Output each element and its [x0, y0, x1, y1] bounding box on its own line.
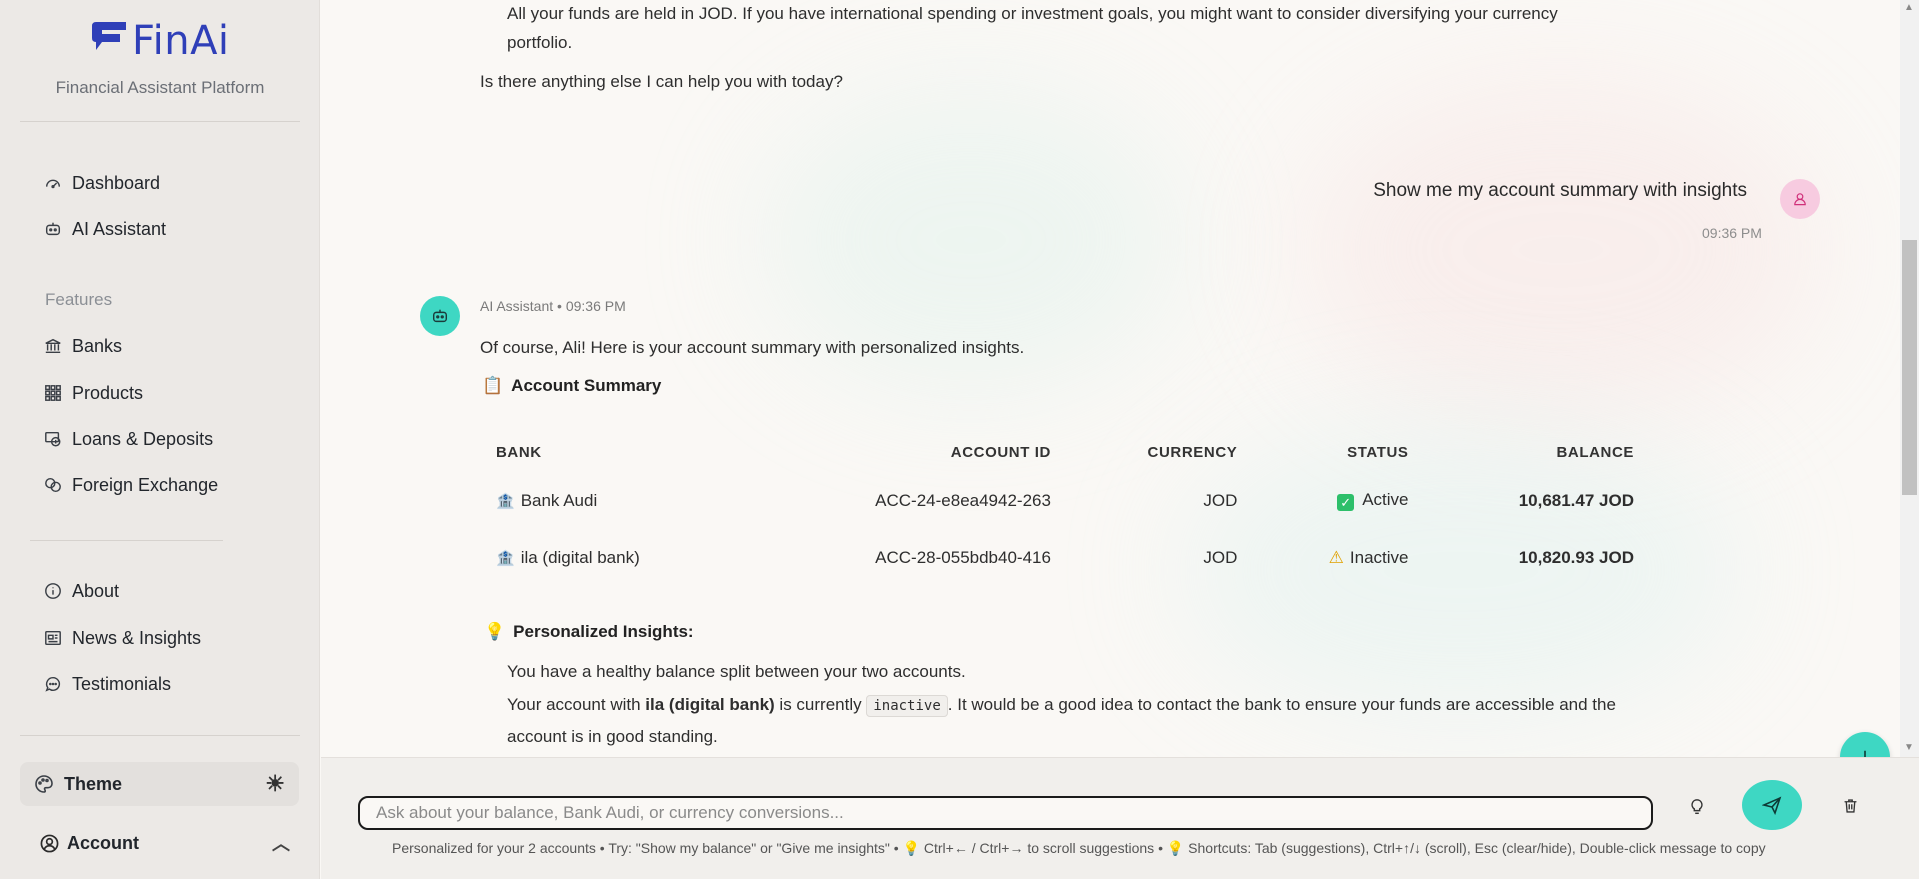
currency-cell: JOD	[1203, 490, 1238, 510]
lightbulb-icon	[1691, 799, 1703, 815]
scroll-down-arrow-icon[interactable]: ▼	[1904, 742, 1914, 753]
composer-hint: Personalized for your 2 accounts • Try: …	[392, 840, 1766, 856]
account-menu[interactable]: Account ︿	[40, 830, 290, 856]
lightbulb-icon: 💡	[484, 622, 506, 641]
summary-heading: 📋 Account Summary	[482, 376, 661, 396]
currency-cell: JOD	[1203, 547, 1238, 567]
table-row: 🏦 Bank Audi ACC-24-e8ea4942-263 JOD ✓ Acti…	[480, 472, 1650, 529]
status-cell: ✓ Active	[1253, 472, 1424, 529]
warning-icon: ⚠	[1328, 547, 1344, 567]
column-header: CURRENCY	[1147, 443, 1238, 461]
column-header: STATUS	[1347, 443, 1409, 461]
message-timestamp: 09:36 PM	[1702, 225, 1762, 241]
user-icon	[1794, 193, 1806, 206]
bank-name: ila (digital bank)	[520, 547, 640, 567]
bot-avatar	[420, 296, 460, 336]
suggestions-button[interactable]	[1684, 792, 1710, 822]
chat-messages: All your funds are held in JOD. If you h…	[0, 0, 1919, 757]
balance-cell: 10,681.47 JOD	[1518, 490, 1634, 510]
insights-heading-text: Personalized Insights:	[513, 622, 694, 641]
send-button[interactable]	[1742, 780, 1802, 830]
user-message[interactable]: Show me my account summary with insights	[1373, 180, 1747, 202]
summary-heading-text: Account Summary	[511, 376, 662, 395]
column-header: BALANCE	[1556, 443, 1634, 461]
bot-message-intro[interactable]: Of course, Ali! Here is your account sum…	[480, 333, 1024, 363]
account-id-cell: ACC-24-e8ea4942-263	[875, 490, 1051, 510]
chevron-up-icon[interactable]: ︿	[272, 830, 290, 856]
robot-icon	[432, 309, 448, 323]
scroll-up-arrow-icon[interactable]: ▲	[1904, 2, 1914, 13]
send-icon	[1762, 796, 1782, 815]
trash-icon	[1844, 799, 1856, 813]
bank-cell: 🏦 Bank Audi	[480, 472, 749, 529]
check-icon: ✓	[1337, 494, 1355, 511]
user-circle-icon	[40, 834, 59, 852]
insights-heading: 💡 Personalized Insights:	[484, 622, 694, 642]
clear-chat-button[interactable]	[1838, 792, 1862, 820]
insight-item: Your account with ila (digital bank) is …	[507, 690, 1616, 721]
scrollbar-thumb[interactable]	[1902, 240, 1917, 495]
message-text: Is there anything else I can help you wi…	[480, 72, 843, 91]
clipboard-icon: 📋	[482, 376, 504, 395]
bank-icon: 🏦	[496, 549, 515, 567]
status-cell: ⚠ Inactive	[1253, 529, 1424, 586]
theme-label: Theme	[64, 773, 123, 794]
table-header-row: BANK ACCOUNT ID CURRENCY STATUS BALANCE	[480, 432, 1650, 472]
column-header: ACCOUNT ID	[950, 443, 1051, 461]
bank-icon: 🏦	[496, 492, 515, 510]
message-text: portfolio.	[507, 33, 573, 52]
sun-icon[interactable]: ☀	[265, 771, 285, 797]
table-row: 🏦 ila (digital bank) ACC-28-055bdb40-416 …	[480, 529, 1650, 586]
column-header: BANK	[496, 443, 542, 461]
account-id-cell: ACC-28-055bdb40-416	[875, 547, 1051, 567]
message-text: All your funds are held in JOD. If you h…	[507, 4, 1558, 23]
status-text: Active	[1362, 490, 1409, 509]
account-label: Account	[67, 832, 139, 853]
insight-text: Your account with	[507, 695, 646, 714]
user-avatar	[1780, 179, 1820, 219]
chat-input[interactable]	[358, 796, 1653, 830]
account-summary-table: BANK ACCOUNT ID CURRENCY STATUS BALANCE …	[480, 432, 1650, 586]
insight-item: You have a healthy balance split between…	[507, 662, 966, 681]
status-text: Inactive	[1349, 547, 1409, 567]
insight-bank: ila (digital bank)	[645, 695, 775, 714]
inline-code: inactive	[866, 695, 948, 717]
insight-item: account is in good standing.	[507, 727, 718, 746]
bank-name: Bank Audi	[520, 490, 598, 510]
insight-text: is currently	[774, 695, 867, 714]
bot-meta: AI Assistant • 09:36 PM	[480, 298, 626, 314]
balance-cell: 10,820.93 JOD	[1518, 547, 1634, 567]
theme-toggle-row[interactable]: Theme ☀	[20, 762, 299, 806]
bank-cell: 🏦 ila (digital bank)	[480, 529, 749, 586]
insight-text: . It would be a good idea to contact the…	[947, 695, 1616, 714]
palette-icon	[35, 775, 53, 793]
